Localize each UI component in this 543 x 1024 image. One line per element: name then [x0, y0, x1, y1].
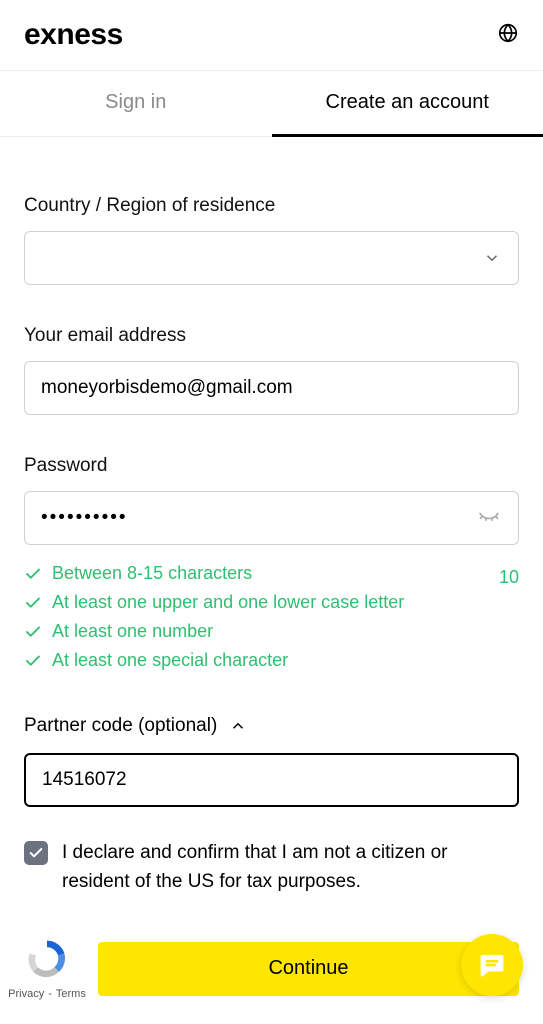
email-label: Your email address	[24, 325, 519, 347]
recaptcha-terms-link[interactable]: Terms	[56, 988, 86, 1000]
password-rule: At least one special character	[24, 650, 519, 671]
check-icon	[28, 845, 44, 861]
recaptcha-dash: -	[48, 988, 52, 1000]
password-rule-text: At least one upper and one lower case le…	[52, 592, 404, 613]
password-rules: Between 8-15 characters 10 At least one …	[24, 563, 519, 671]
logo: exness	[24, 18, 123, 52]
continue-button[interactable]: Continue	[98, 942, 519, 996]
password-char-count: 10	[499, 567, 519, 588]
partner-code-label: Partner code (optional)	[24, 715, 217, 737]
eye-closed-icon	[477, 504, 501, 528]
country-select[interactable]	[24, 231, 519, 285]
password-label: Password	[24, 455, 519, 477]
partner-code-toggle[interactable]: Partner code (optional)	[24, 715, 519, 737]
toggle-password-visibility[interactable]	[477, 504, 501, 533]
chat-button[interactable]	[461, 934, 523, 996]
header: exness	[0, 0, 543, 71]
tab-signin[interactable]: Sign in	[0, 71, 272, 137]
password-input[interactable]	[24, 491, 519, 545]
partner-code-input[interactable]	[24, 753, 519, 807]
signup-form: Country / Region of residence Your email…	[0, 137, 543, 896]
password-rule: Between 8-15 characters	[24, 563, 252, 584]
check-icon	[24, 652, 42, 670]
password-rule-text: At least one number	[52, 621, 213, 642]
globe-icon	[497, 22, 519, 44]
password-rule: At least one upper and one lower case le…	[24, 592, 519, 613]
check-icon	[24, 565, 42, 583]
check-icon	[24, 594, 42, 612]
password-rule-text: At least one special character	[52, 650, 288, 671]
country-field-group: Country / Region of residence	[24, 195, 519, 285]
check-icon	[24, 623, 42, 641]
country-label: Country / Region of residence	[24, 195, 519, 217]
tab-create-account[interactable]: Create an account	[272, 71, 543, 137]
chevron-up-icon	[229, 717, 247, 735]
recaptcha-badge[interactable]: Privacy - Terms	[8, 937, 86, 1000]
email-input[interactable]	[24, 361, 519, 415]
auth-tabs: Sign in Create an account	[0, 71, 543, 137]
us-tax-declaration-text: I declare and confirm that I am not a ci…	[62, 839, 519, 896]
us-tax-declaration-row: I declare and confirm that I am not a ci…	[24, 839, 519, 896]
chat-icon	[477, 950, 507, 980]
recaptcha-privacy-link[interactable]: Privacy	[8, 988, 44, 1000]
us-tax-declaration-checkbox[interactable]	[24, 841, 48, 865]
language-button[interactable]	[497, 22, 519, 49]
password-rule: At least one number	[24, 621, 519, 642]
password-rule-text: Between 8-15 characters	[52, 563, 252, 584]
email-field-group: Your email address	[24, 325, 519, 415]
password-field-group: Password Between 8-15 characters 10 At	[24, 455, 519, 671]
recaptcha-icon	[25, 937, 69, 981]
